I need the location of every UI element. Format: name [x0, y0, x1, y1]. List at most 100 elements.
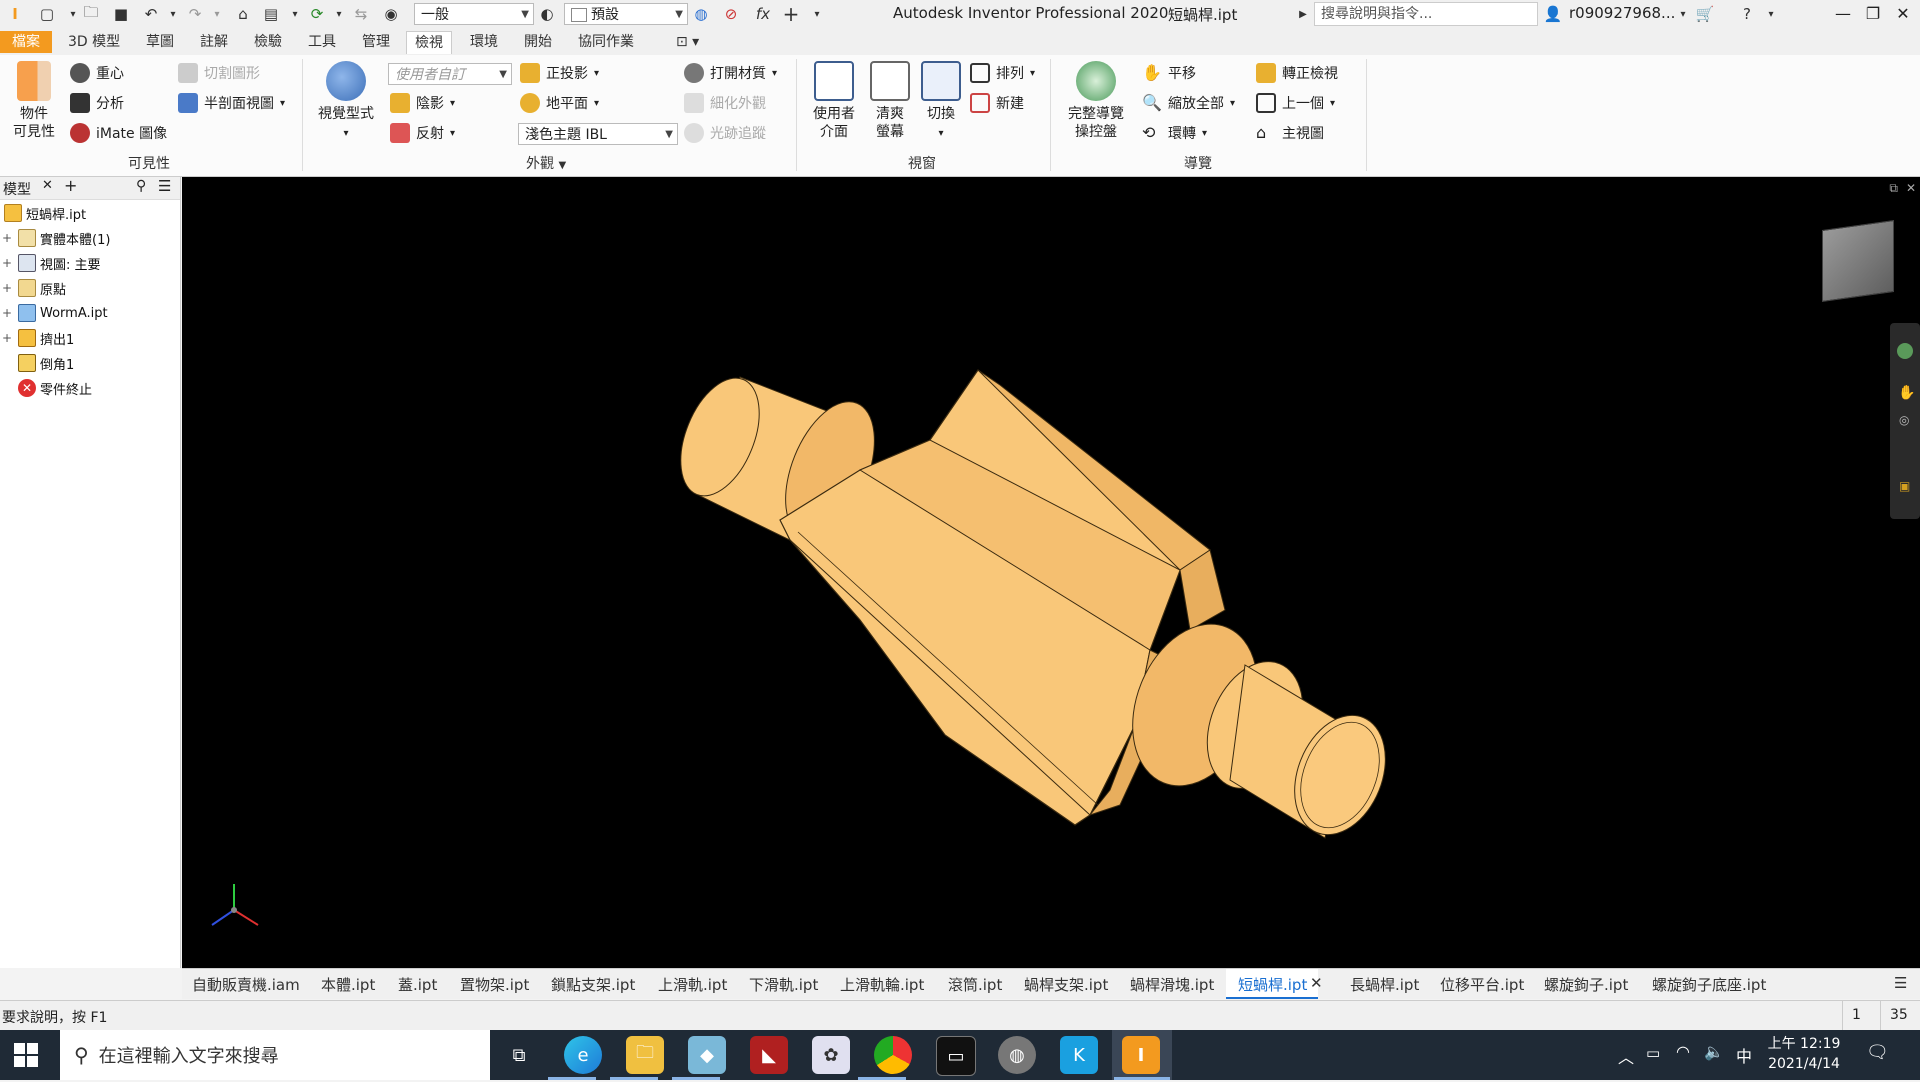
look-at-icon[interactable]: ▣ — [1899, 479, 1910, 493]
app-icon[interactable]: K — [1060, 1036, 1098, 1074]
doc-tab[interactable]: 蓋.ipt — [398, 974, 437, 995]
tree-item-derived-part[interactable]: + WormA.ipt — [0, 301, 108, 325]
chevron-down-icon[interactable]: ▼ — [558, 160, 566, 171]
expand-icon[interactable]: + — [0, 281, 14, 295]
plus-icon[interactable]: + — [780, 2, 802, 26]
doc-tab[interactable]: 螺旋鉤子底座.ipt — [1652, 974, 1766, 995]
inventor-logo-icon[interactable]: I — [4, 3, 26, 25]
volume-icon[interactable]: 🔈 — [1704, 1042, 1724, 1061]
ime-indicator[interactable]: 中 — [1736, 1043, 1752, 1067]
user-icon[interactable]: 👤 — [1542, 3, 1564, 25]
notification-icon[interactable]: 🗨 — [1866, 1042, 1889, 1063]
doc-tab[interactable]: 鎖點支架.ipt — [551, 974, 635, 995]
doc-tab[interactable]: 滾筒.ipt — [948, 974, 1002, 995]
doc-tab[interactable]: 置物架.ipt — [460, 974, 529, 995]
tab-environments[interactable]: 環境 — [462, 31, 506, 53]
minimize-icon[interactable]: — — [1828, 2, 1858, 26]
ibl-theme-combo[interactable]: 淺色主題 IBL ▼ — [518, 123, 678, 145]
battery-icon[interactable]: ▭ — [1646, 1044, 1660, 1062]
wifi-icon[interactable]: ◠ — [1676, 1042, 1690, 1061]
user-interface-button[interactable]: 使用者 介面 — [806, 61, 862, 141]
file-explorer-icon[interactable]: 🗀 — [626, 1036, 664, 1074]
material-icon[interactable]: ◉ — [380, 3, 402, 25]
expand-icon[interactable]: + — [0, 306, 14, 320]
expand-icon[interactable]: + — [0, 331, 14, 345]
doc-tab[interactable]: 長蝸桿.ipt — [1350, 974, 1419, 995]
visual-style-button[interactable]: 視覺型式 ▾ — [310, 61, 382, 143]
help-dropdown-icon[interactable]: ▾ — [1760, 3, 1782, 25]
doc-tab[interactable]: 位移平台.ipt — [1440, 974, 1524, 995]
tree-item-origin[interactable]: + 原點 — [0, 276, 66, 300]
home-view-button[interactable]: ⌂ 主視圖 — [1256, 123, 1324, 143]
zoom-icon[interactable]: ◎ — [1899, 413, 1909, 427]
search-icon[interactable]: ⚲ — [136, 178, 146, 194]
taskbar-search-box[interactable]: ⚲ 在這裡輸入文字來搜尋 — [60, 1030, 490, 1080]
app-icon[interactable]: ◣ — [750, 1036, 788, 1074]
update-icon[interactable]: ⟳ — [306, 3, 328, 25]
add-browser-icon[interactable]: + — [64, 176, 77, 195]
doc-tab[interactable]: 上滑軌輪.ipt — [840, 974, 924, 995]
clean-screen-button[interactable]: 清爽 螢幕 — [866, 61, 914, 141]
refine-appearance-button[interactable]: 細化外觀 — [684, 93, 766, 113]
doc-tab[interactable]: 上滑軌.ipt — [658, 974, 727, 995]
object-visibility-button[interactable]: 物件 可見性 — [8, 61, 60, 141]
tab-3d-model[interactable]: 3D 模型 — [60, 31, 128, 53]
doc-tab[interactable]: 自動販賣機.iam — [192, 974, 300, 995]
clock[interactable]: 上午 12:19 2021/4/14 — [1762, 1034, 1846, 1074]
half-section-button[interactable]: 半剖面視圖 ▾ — [178, 93, 285, 113]
doc-tab[interactable]: 蝸桿滑塊.ipt — [1130, 974, 1214, 995]
tree-item-extrude[interactable]: + 擠出1 — [0, 326, 74, 350]
new-file-icon[interactable]: ▢ — [36, 3, 58, 25]
pan-button[interactable]: ✋ 平移 — [1142, 63, 1196, 83]
menu-icon[interactable]: ☰ — [1894, 974, 1907, 992]
tab-tools[interactable]: 工具 — [300, 31, 344, 53]
customize-dropdown-icon[interactable]: ▾ — [806, 3, 828, 25]
close-icon[interactable]: ✕ — [1888, 2, 1918, 26]
task-view-icon[interactable]: ⧉ — [500, 1036, 538, 1074]
doc-tab[interactable]: 本體.ipt — [321, 974, 375, 995]
doc-tab[interactable]: 下滑軌.ipt — [749, 974, 818, 995]
app-icon[interactable]: ◍ — [998, 1036, 1036, 1074]
look-at-button[interactable]: 轉正檢視 — [1256, 63, 1338, 83]
previous-view-button[interactable]: 上一個 ▾ — [1256, 93, 1335, 113]
doc-tab[interactable]: 蝸桿支架.ipt — [1024, 974, 1108, 995]
ray-tracing-button[interactable]: 光跡追蹤 — [684, 123, 766, 143]
tree-item-view-rep[interactable]: + 視圖: 主要 — [0, 251, 101, 275]
undo-icon[interactable]: ↶ — [140, 3, 162, 25]
maximize-viewport-icon[interactable]: ⧉ — [1889, 181, 1898, 196]
doc-tab-active[interactable]: 短蝸桿.ipt — [1238, 974, 1307, 995]
analysis-button[interactable]: 分析 — [70, 93, 124, 113]
tab-annotate[interactable]: 註解 — [192, 31, 236, 53]
clear-appearance-icon[interactable]: ⊘ — [720, 3, 742, 25]
tab-get-started[interactable]: 開始 — [516, 31, 560, 53]
slice-graphics-button[interactable]: 切割圖形 — [178, 63, 260, 83]
style-combo[interactable]: 一般 ▼ — [414, 3, 534, 25]
close-viewport-icon[interactable]: ✕ — [1906, 181, 1916, 195]
open-folder-icon[interactable]: 🗀 — [80, 3, 102, 25]
restore-icon[interactable]: ❐ — [1858, 2, 1888, 26]
graphics-viewport[interactable]: ⧉ ✕ ✋ ◎ ▣ — [182, 177, 1920, 968]
ribbon-options-icon[interactable]: ⊡ ▾ — [668, 31, 707, 53]
tree-item-end-of-part[interactable]: ✕ 零件終止 — [0, 376, 92, 400]
redo-dropdown-icon[interactable]: ▾ — [206, 3, 228, 25]
view-cube[interactable] — [1822, 219, 1894, 303]
shadows-button[interactable]: 陰影 ▾ — [390, 93, 455, 113]
full-navigation-wheel-button[interactable]: 完整導覽 操控盤 — [1060, 61, 1132, 141]
undo-dropdown-icon[interactable]: ▾ — [162, 3, 184, 25]
expand-icon[interactable]: + — [0, 256, 14, 270]
center-of-gravity-button[interactable]: 重心 — [70, 63, 124, 83]
switch-window-button[interactable]: 切換 ▾ — [918, 61, 964, 143]
edge-browser-icon[interactable]: e — [564, 1036, 602, 1074]
reflections-button[interactable]: 反射 ▾ — [390, 123, 455, 143]
chevron-up-icon[interactable]: ︿ — [1618, 1044, 1634, 1068]
expand-icon[interactable]: + — [0, 231, 14, 245]
doc-tab[interactable]: 螺旋鉤子.ipt — [1544, 974, 1628, 995]
print-icon[interactable]: ▤ — [260, 3, 282, 25]
browser-tab-model[interactable]: 模型 — [3, 179, 31, 199]
color-wheel-icon[interactable]: ◐ — [536, 3, 558, 25]
tree-item-chamfer[interactable]: 倒角1 — [0, 351, 74, 375]
terminal-icon[interactable]: ▭ — [936, 1036, 976, 1076]
tab-view[interactable]: 檢視 — [406, 31, 452, 54]
appearance-combo[interactable]: 預設 ▼ — [564, 3, 688, 25]
tab-sketch[interactable]: 草圖 — [138, 31, 182, 53]
